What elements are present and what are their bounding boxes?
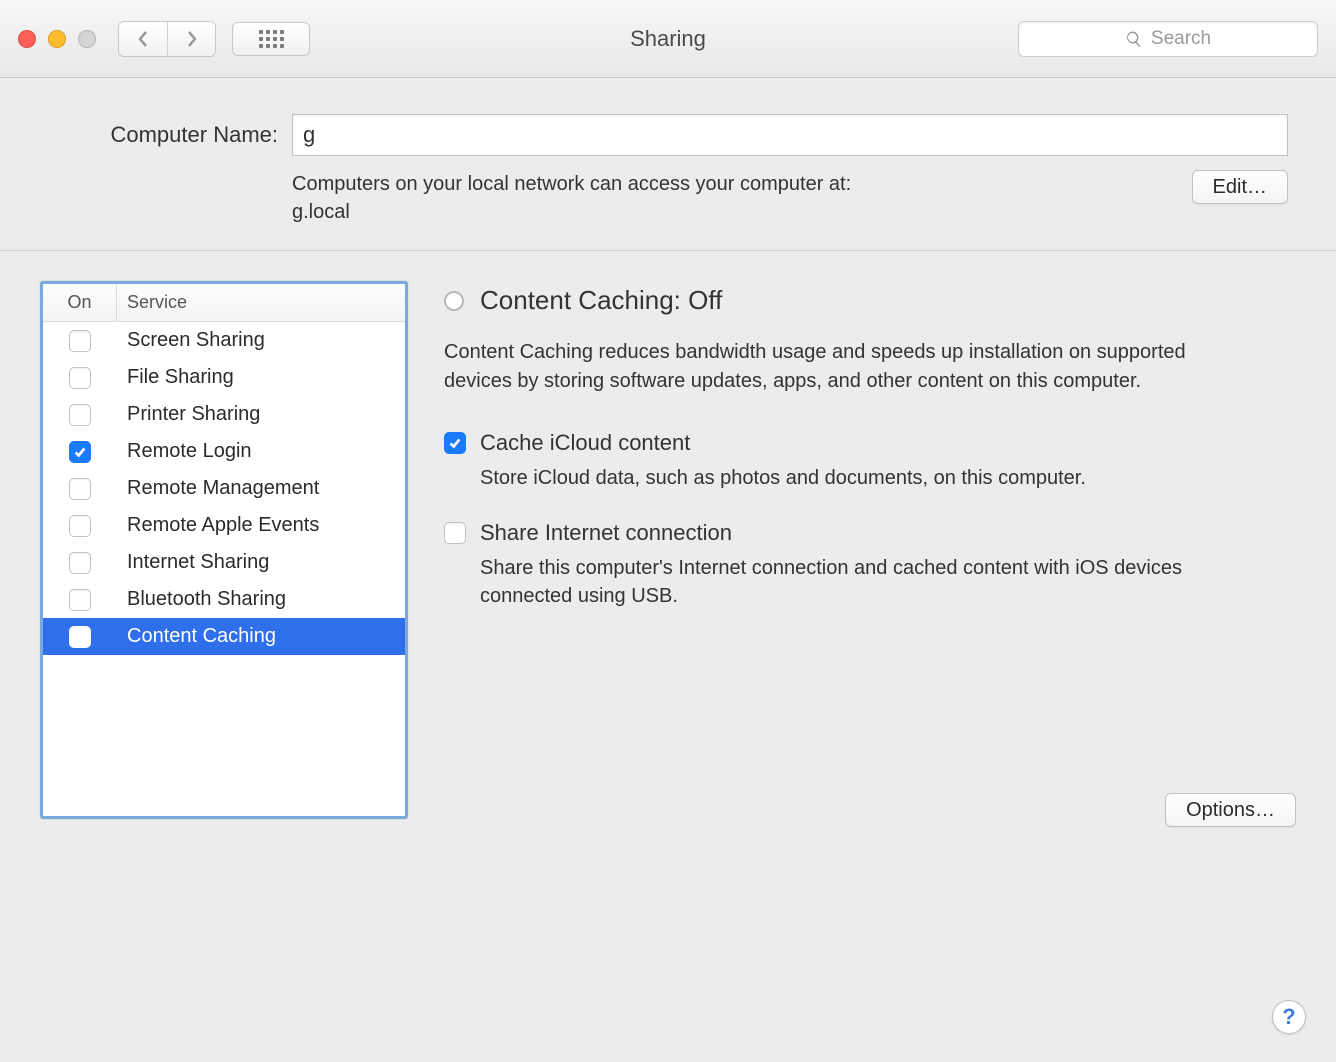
share-internet-label: Share Internet connection: [480, 520, 732, 546]
services-header-on: On: [43, 284, 117, 321]
cache-icloud-checkbox[interactable]: [444, 432, 466, 454]
computer-name-hint-line2: g.local: [292, 201, 350, 223]
service-on-checkbox[interactable]: [69, 404, 91, 426]
cache-icloud-sub: Store iCloud data, such as photos and do…: [480, 464, 1200, 492]
service-on-checkbox[interactable]: [69, 552, 91, 574]
service-row[interactable]: Remote Login: [43, 433, 405, 470]
service-on-checkbox[interactable]: [69, 515, 91, 537]
service-label: File Sharing: [117, 366, 405, 389]
services-header: On Service: [43, 284, 405, 322]
titlebar: Sharing Search: [0, 0, 1336, 78]
show-all-button[interactable]: [232, 22, 310, 56]
service-label: Bluetooth Sharing: [117, 588, 405, 611]
search-field[interactable]: Search: [1018, 21, 1318, 57]
service-description: Content Caching reduces bandwidth usage …: [444, 338, 1204, 396]
back-button[interactable]: [119, 22, 167, 56]
window-controls: [18, 30, 96, 48]
computer-name-hint: Computers on your local network can acce…: [292, 170, 1192, 226]
service-row[interactable]: Bluetooth Sharing: [43, 581, 405, 618]
service-detail: Content Caching: Off Content Caching red…: [444, 281, 1296, 819]
service-on-checkbox[interactable]: [69, 367, 91, 389]
service-label: Remote Management: [117, 477, 405, 500]
service-on-checkbox[interactable]: [69, 330, 91, 352]
service-row[interactable]: Screen Sharing: [43, 322, 405, 359]
share-internet-sub: Share this computer's Internet connectio…: [480, 554, 1200, 610]
service-row[interactable]: Content Caching: [43, 618, 405, 655]
service-label: Remote Login: [117, 440, 405, 463]
minimize-window-button[interactable]: [48, 30, 66, 48]
service-label: Internet Sharing: [117, 551, 405, 574]
options-button[interactable]: Options…: [1165, 793, 1296, 827]
service-row[interactable]: File Sharing: [43, 359, 405, 396]
close-window-button[interactable]: [18, 30, 36, 48]
service-label: Remote Apple Events: [117, 514, 405, 537]
service-row[interactable]: Internet Sharing: [43, 544, 405, 581]
status-title: Content Caching: Off: [480, 285, 722, 316]
service-row[interactable]: Remote Apple Events: [43, 507, 405, 544]
computer-name-input[interactable]: [292, 114, 1288, 156]
computer-name-section: Computer Name: Computers on your local n…: [0, 78, 1336, 251]
service-on-checkbox[interactable]: [69, 626, 91, 648]
service-on-checkbox[interactable]: [69, 589, 91, 611]
share-internet-checkbox[interactable]: [444, 522, 466, 544]
edit-hostname-button[interactable]: Edit…: [1192, 170, 1288, 204]
zoom-window-button[interactable]: [78, 30, 96, 48]
service-on-checkbox[interactable]: [69, 441, 91, 463]
search-placeholder: Search: [1151, 28, 1211, 50]
service-label: Content Caching: [117, 625, 405, 648]
services-header-service: Service: [117, 284, 405, 321]
main-content: On Service Screen Sharing File Sharing Pri…: [0, 251, 1336, 839]
cache-icloud-label: Cache iCloud content: [480, 430, 690, 456]
forward-button[interactable]: [167, 22, 215, 56]
grid-icon: [259, 30, 284, 48]
service-label: Printer Sharing: [117, 403, 405, 426]
search-icon: [1125, 30, 1143, 48]
service-row[interactable]: Remote Management: [43, 470, 405, 507]
nav-buttons: [118, 21, 216, 57]
service-row[interactable]: Printer Sharing: [43, 396, 405, 433]
service-on-checkbox[interactable]: [69, 478, 91, 500]
computer-name-hint-line1: Computers on your local network can acce…: [292, 173, 851, 195]
services-list: On Service Screen Sharing File Sharing Pri…: [40, 281, 408, 819]
computer-name-label: Computer Name:: [48, 122, 278, 148]
service-label: Screen Sharing: [117, 329, 405, 352]
status-indicator-icon: [444, 291, 464, 311]
help-button[interactable]: ?: [1272, 1000, 1306, 1034]
